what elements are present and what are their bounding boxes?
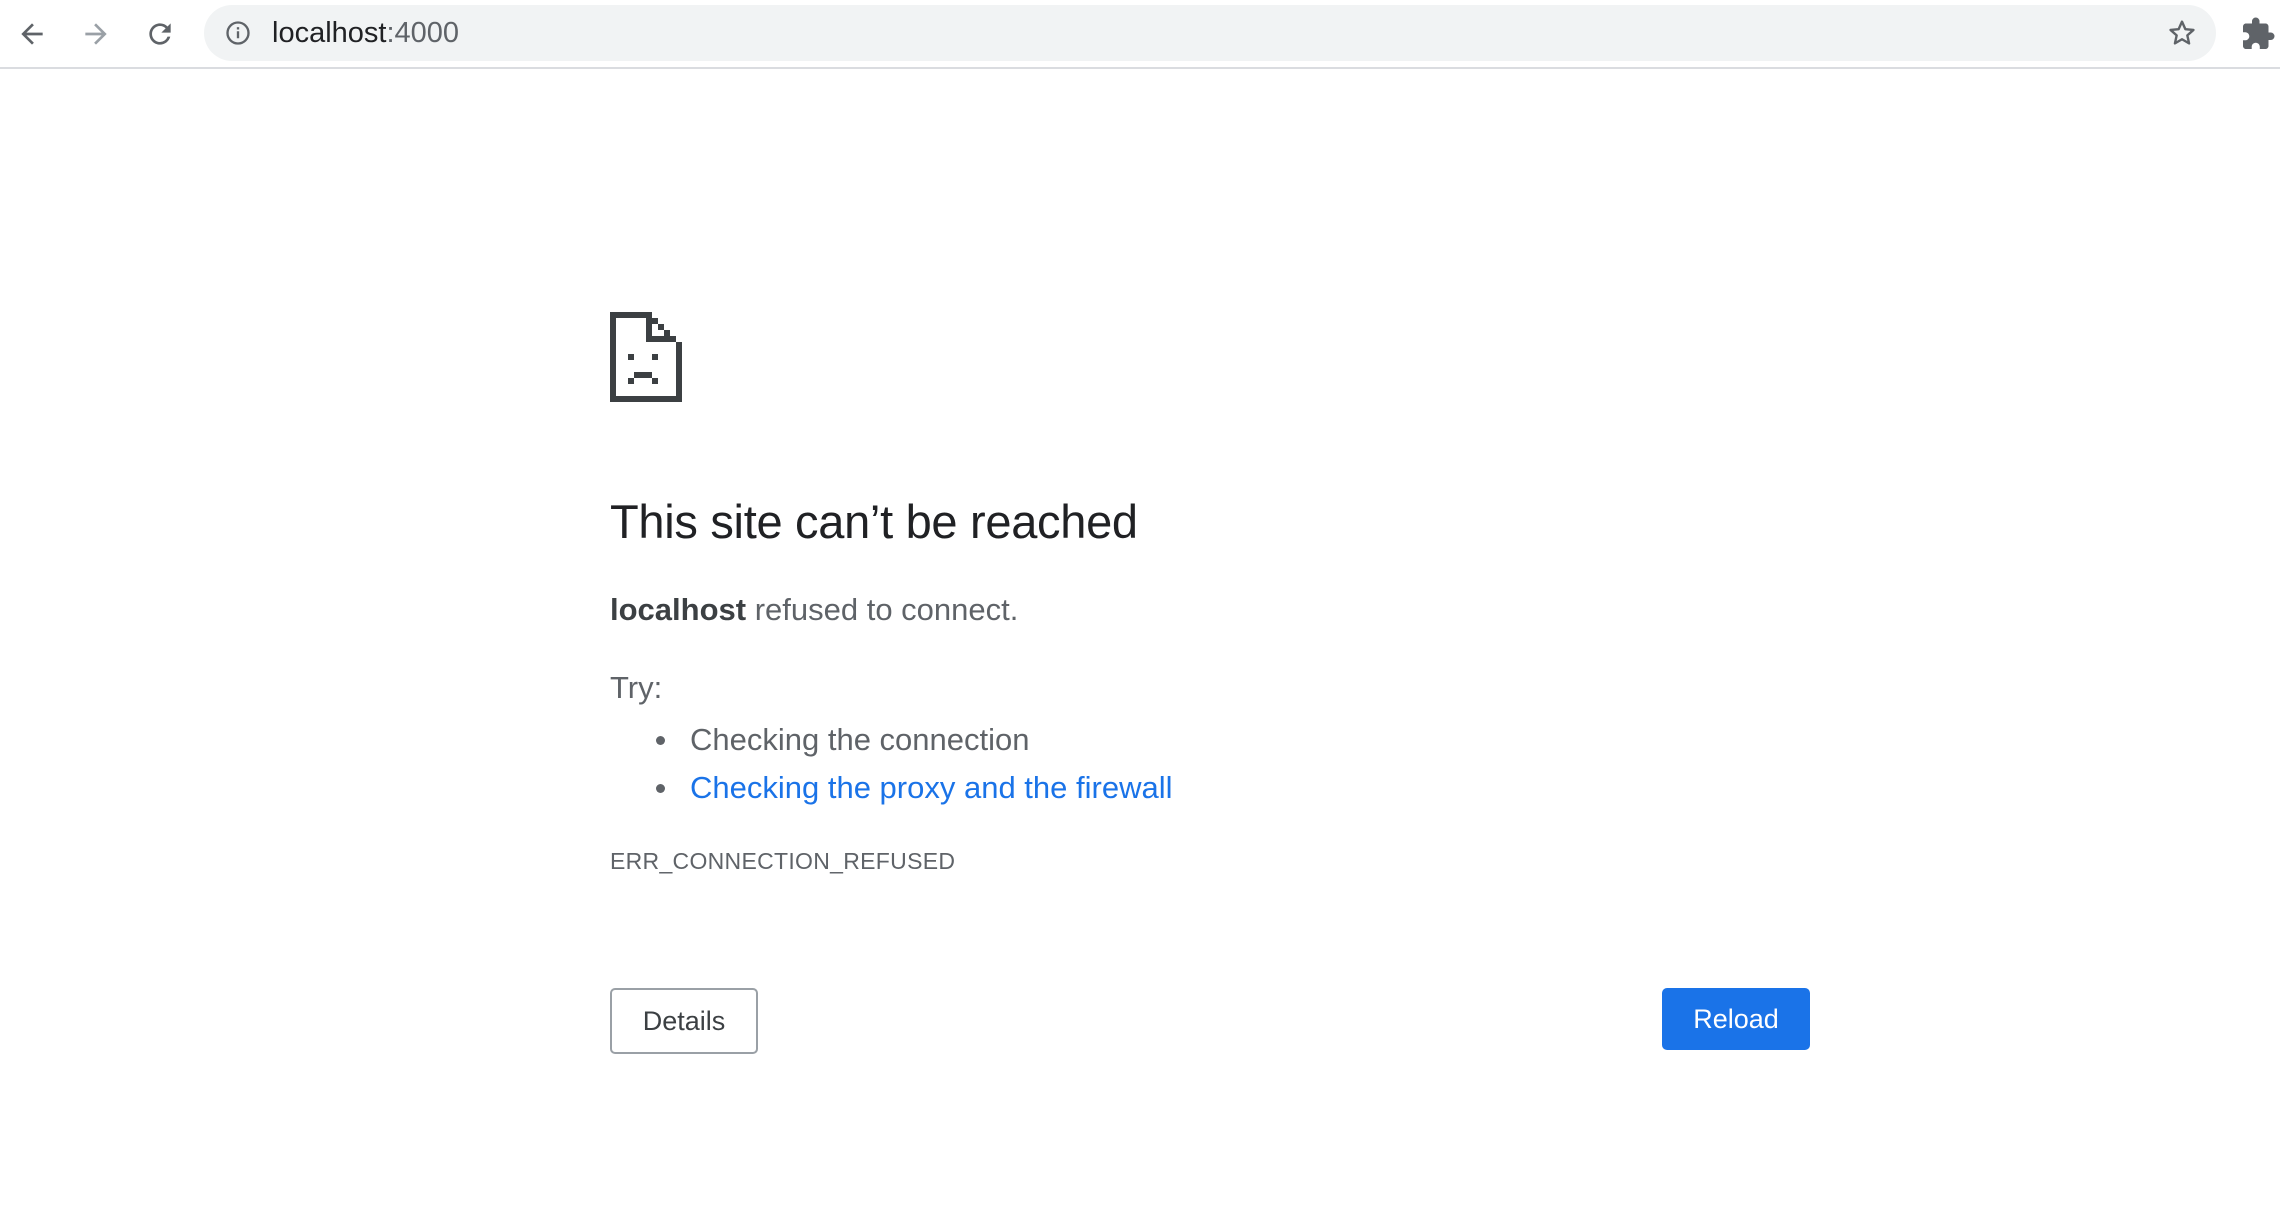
proxy-firewall-link[interactable]: Checking the proxy and the firewall [690,770,1172,805]
error-message: localhost refused to connect. [610,592,1018,628]
forward-button[interactable] [72,10,120,58]
reload-page-button[interactable] [136,10,184,58]
details-button[interactable]: Details [610,988,758,1054]
error-message-text: refused to connect. [746,592,1019,627]
suggestion-item: Checking the proxy and the firewall [610,764,1172,812]
suggestion-list: Checking the connection Checking the pro… [610,716,1172,812]
url-port: :4000 [386,17,460,49]
suggestion-check-connection: Checking the connection [690,722,1030,757]
reload-icon [149,23,171,45]
url-text[interactable]: localhost:4000 [272,5,459,61]
arrow-left-icon [21,23,43,45]
suggestion-item: Checking the connection [610,716,1172,764]
star-icon[interactable] [2166,17,2198,49]
sad-document-icon [610,312,682,402]
error-code: ERR_CONNECTION_REFUSED [610,848,956,874]
arrow-right-icon [85,23,107,45]
browser-toolbar: localhost:4000 [0,0,2280,69]
error-headline: This site can’t be reached [610,495,1138,548]
puzzle-icon[interactable] [2240,16,2276,52]
url-host: localhost [272,17,387,49]
reload-button[interactable]: Reload [1662,988,1810,1050]
address-bar[interactable]: localhost:4000 [204,5,2216,61]
error-host: localhost [610,592,747,627]
back-button[interactable] [8,10,56,58]
try-label: Try: [610,670,663,705]
info-icon[interactable] [224,19,252,47]
